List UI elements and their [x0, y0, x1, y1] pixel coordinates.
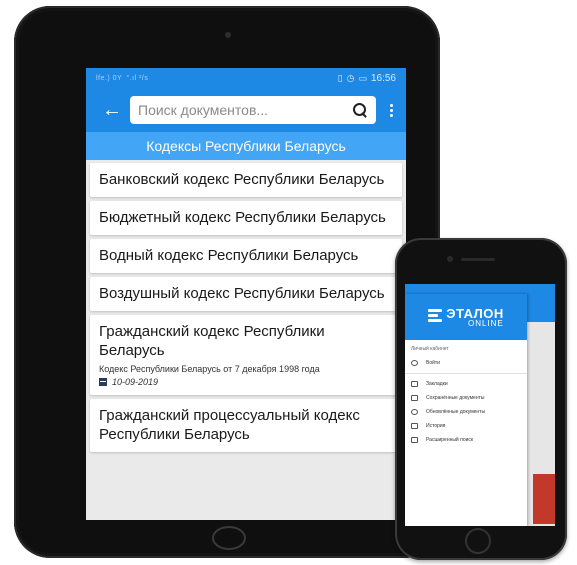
list-item[interactable]: Воздушный кодекс Республики Беларусь [90, 277, 402, 311]
back-arrow-icon[interactable]: ← [94, 99, 130, 122]
alarm-icon: ◷ [346, 72, 355, 83]
etalon-logo-icon [428, 309, 443, 325]
list-item[interactable]: Бюджетный кодекс Республики Беларусь [90, 201, 402, 235]
list-item-title: Гражданский процессуальный кодекс Респуб… [99, 407, 360, 443]
drawer-item-updated[interactable]: Обновлённые документы [405, 405, 527, 419]
list-item-description: Кодекс Республики Беларусь от 7 декабря … [99, 364, 320, 374]
save-icon [411, 395, 418, 401]
list-item-date-text: 10-09-2019 [112, 377, 159, 387]
background-content [527, 294, 555, 526]
search-icon[interactable] [352, 102, 368, 118]
app-bar: ← Поиск документов... [86, 88, 406, 132]
bookmark-icon [411, 381, 418, 387]
tablet-device: lfe.) 0Y °.ıl ²/s ▯ ◷ ▭ 16:56 ← Поиск до… [14, 6, 440, 558]
drawer-item-advanced-search[interactable]: Расширенный поиск [405, 433, 527, 447]
tablet-home-button [212, 526, 246, 550]
drawer-header: ЭТАЛОН ONLINE [405, 294, 527, 340]
phone-camera [447, 256, 453, 262]
list-item-title: Водный кодекс Республики Беларусь [99, 247, 359, 264]
drawer-item-bookmarks[interactable]: Закладки [405, 377, 527, 391]
drawer-item-login[interactable]: Войти [405, 356, 527, 370]
list-item[interactable]: Водный кодекс Республики Беларусь [90, 239, 402, 273]
logo-subtitle: ONLINE [467, 318, 504, 328]
tablet-camera [225, 32, 231, 38]
more-menu-icon[interactable] [384, 103, 398, 117]
phone-status-bar [405, 284, 555, 294]
search-input[interactable]: Поиск документов... [138, 102, 352, 118]
background-app-bar [527, 294, 555, 322]
status-time: 16:56 [370, 72, 396, 84]
drawer-item-label: История [426, 423, 446, 429]
list-icon [411, 423, 418, 429]
drawer-item-label: Закладки [426, 381, 448, 387]
drawer-item-label: Войти [426, 360, 440, 366]
list-item[interactable]: Гражданский процессуальный кодекс Респуб… [90, 399, 402, 452]
status-signal-text: lfe.) 0Y °.ıl ²/s [96, 74, 149, 82]
drawer-item-history[interactable]: История [405, 419, 527, 433]
phone-screen: ЭТАЛОН ONLINE Личный кабинет Войти Закла… [405, 284, 555, 526]
battery-icon: ▭ [358, 72, 367, 83]
drawer-item-label: Расширенный поиск [426, 437, 474, 443]
phone-device: ЭТАЛОН ONLINE Личный кабинет Войти Закла… [395, 238, 567, 560]
list-item-date: 10-09-2019 [99, 377, 394, 387]
document-list: Банковский кодекс Республики Беларусь Бю… [86, 160, 406, 459]
drawer-section-label: Личный кабинет [411, 346, 449, 352]
drawer-item-saved[interactable]: Сохранённые документы [405, 391, 527, 405]
status-right: ▯ ◷ ▭ 16:56 [338, 73, 396, 84]
phone-home-button [465, 528, 491, 554]
page-title: Кодексы Республики Беларусь [86, 132, 406, 160]
nfc-icon: ▯ [337, 72, 343, 83]
search-field[interactable]: Поиск документов... [130, 96, 376, 124]
logo: ЭТАЛОН ONLINE [446, 307, 504, 328]
divider [405, 373, 527, 374]
drawer-item-label: Сохранённые документы [426, 395, 485, 401]
calendar-icon [99, 378, 107, 386]
tablet-screen: lfe.) 0Y °.ıl ²/s ▯ ◷ ▭ 16:56 ← Поиск до… [86, 68, 406, 520]
list-item[interactable]: Банковский кодекс Республики Беларусь [90, 163, 402, 197]
phone-speaker [461, 258, 495, 261]
document-search-icon [411, 437, 418, 443]
status-bar: lfe.) 0Y °.ıl ²/s ▯ ◷ ▭ 16:56 [86, 68, 406, 88]
product-mockup: lfe.) 0Y °.ıl ²/s ▯ ◷ ▭ 16:56 ← Поиск до… [0, 0, 577, 565]
drawer-item-label: Обновлённые документы [426, 409, 486, 415]
list-item-title: Банковский кодекс Республики Беларусь [99, 171, 385, 188]
list-item-title: Гражданский кодекс Республики Беларусь [99, 323, 325, 359]
background-red-block [533, 474, 555, 524]
list-item-title: Воздушный кодекс Республики Беларусь [99, 285, 385, 302]
navigation-drawer: ЭТАЛОН ONLINE Личный кабинет Войти Закла… [405, 294, 527, 526]
user-icon [411, 360, 418, 366]
history-icon [411, 409, 418, 415]
list-item[interactable]: Гражданский кодекс Республики Беларусь К… [90, 315, 402, 395]
list-item-title: Бюджетный кодекс Республики Беларусь [99, 209, 386, 226]
logo-title: ЭТАЛОН [446, 305, 504, 321]
